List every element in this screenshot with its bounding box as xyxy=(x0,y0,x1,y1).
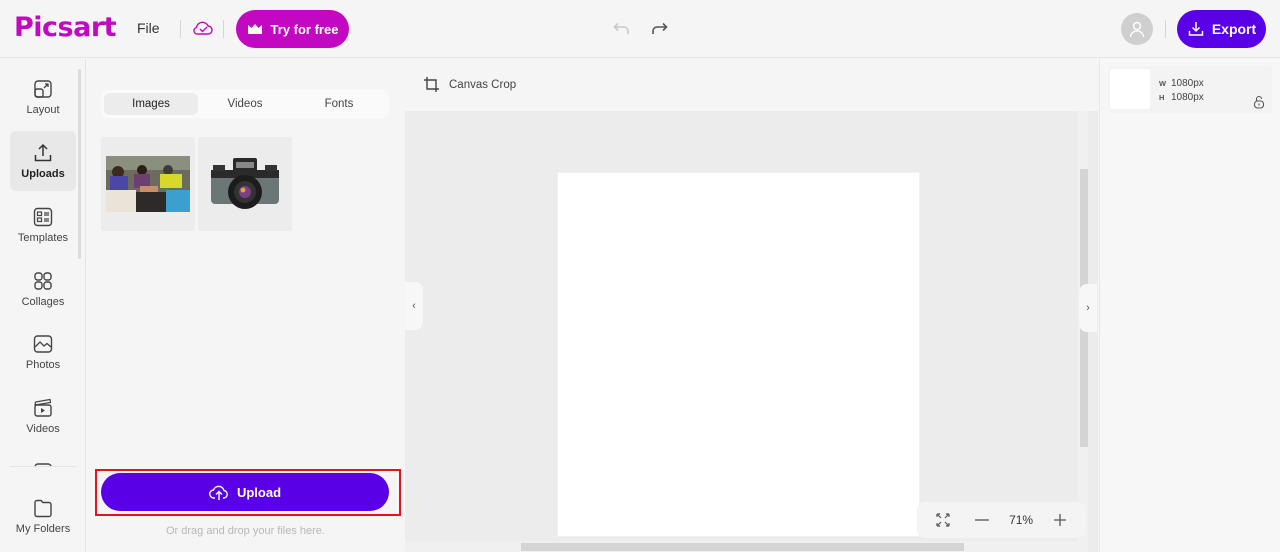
chevron-left-icon: ‹ xyxy=(412,300,416,312)
nav-label: Templates xyxy=(17,232,69,244)
divider xyxy=(180,20,181,38)
camera-image xyxy=(211,158,279,209)
nav-item-collages[interactable]: Collages xyxy=(10,259,76,319)
upload-label: Upload xyxy=(236,484,282,500)
nav-label: Collages xyxy=(21,296,65,308)
nav-item-layout[interactable]: Layout xyxy=(10,67,76,127)
height-value[interactable]: 1080px xyxy=(1171,92,1204,103)
uploads-panel: Images Videos Fonts Upload Or drag and d… xyxy=(87,59,404,552)
nav-item-my-folders[interactable]: My Folders xyxy=(10,485,76,547)
folder-icon xyxy=(34,499,52,518)
canvas-size-preview xyxy=(1110,69,1150,109)
nav-item-videos[interactable]: Videos xyxy=(10,386,76,446)
width-row: W 1080px xyxy=(1159,78,1204,89)
horizontal-scrollbar-thumb[interactable] xyxy=(521,543,964,551)
canvas-toolbar: Canvas Crop xyxy=(405,59,1098,111)
zoom-in-button[interactable] xyxy=(1048,508,1072,532)
canvas-page[interactable] xyxy=(557,172,920,537)
width-key: W xyxy=(1159,79,1167,88)
crown-icon xyxy=(247,24,262,34)
canvas-crop-label: Canvas Crop xyxy=(449,79,517,91)
try-for-free-label: Try for free xyxy=(270,21,339,37)
file-menu[interactable]: File xyxy=(137,20,160,36)
fit-screen-icon xyxy=(936,513,950,527)
undo-icon[interactable] xyxy=(611,18,633,40)
layout-icon xyxy=(34,80,52,98)
width-value[interactable]: 1080px xyxy=(1171,78,1204,89)
tab-images[interactable]: Images xyxy=(104,93,198,115)
top-bar: Picsart File Try for free Export xyxy=(0,0,1280,58)
nav-item-templates[interactable]: Templates xyxy=(10,195,76,255)
nav-scrollbar[interactable] xyxy=(78,69,81,259)
fit-to-screen-button[interactable] xyxy=(931,508,955,532)
collages-icon xyxy=(34,272,52,290)
nav-label: Photos xyxy=(25,359,61,371)
nav-label: Videos xyxy=(26,423,60,435)
nav-label: Layout xyxy=(26,104,60,116)
group-photo-image xyxy=(106,156,190,212)
try-for-free-button[interactable]: Try for free xyxy=(236,10,349,48)
drop-hint-text: Or drag and drop your files here. xyxy=(166,525,325,537)
cloud-check-icon[interactable] xyxy=(192,18,214,38)
canvas-workspace xyxy=(405,111,1098,552)
height-row: H 1080px xyxy=(1159,92,1204,103)
nav-label: My Folders xyxy=(15,523,71,535)
nav-item-text[interactable]: Text xyxy=(10,450,76,466)
user-avatar[interactable] xyxy=(1121,13,1153,45)
photos-icon xyxy=(33,335,53,353)
collapse-left-panel-button[interactable]: ‹ xyxy=(405,282,423,330)
picsart-logo[interactable]: Picsart xyxy=(14,12,117,43)
nav-label: Uploads xyxy=(21,168,65,180)
zoom-controls: 71% xyxy=(917,502,1086,538)
divider xyxy=(223,20,224,38)
zoom-level[interactable]: 71% xyxy=(1009,513,1033,527)
zoom-out-button[interactable] xyxy=(970,508,994,532)
minus-icon xyxy=(974,519,989,521)
media-tabs: Images Videos Fonts xyxy=(101,90,389,118)
left-navigation: Layout Uploads Templates Collages Photos… xyxy=(0,59,86,552)
divider xyxy=(10,466,76,467)
redo-icon[interactable] xyxy=(648,18,670,40)
canvas-size-card[interactable]: W 1080px H 1080px xyxy=(1108,66,1272,113)
download-icon xyxy=(1188,22,1204,36)
upload-icon xyxy=(34,143,52,162)
export-button[interactable]: Export xyxy=(1177,10,1266,48)
cloud-upload-icon xyxy=(209,485,228,500)
divider xyxy=(1165,20,1166,38)
templates-icon xyxy=(33,207,53,227)
user-icon xyxy=(1129,21,1145,38)
nav-item-photos[interactable]: Photos xyxy=(10,322,76,382)
properties-panel: W 1080px H 1080px xyxy=(1099,59,1280,552)
videos-icon xyxy=(34,398,52,417)
nav-item-uploads[interactable]: Uploads xyxy=(10,131,76,191)
tab-fonts[interactable]: Fonts xyxy=(292,93,386,115)
plus-icon xyxy=(1054,514,1067,526)
export-label: Export xyxy=(1211,21,1257,37)
upload-button[interactable]: Upload xyxy=(101,473,389,511)
crop-icon xyxy=(424,77,439,92)
chevron-right-icon: › xyxy=(1086,302,1090,314)
uploaded-image-thumbnail[interactable] xyxy=(101,137,195,231)
tab-videos[interactable]: Videos xyxy=(198,93,292,115)
unlock-icon[interactable] xyxy=(1253,95,1265,109)
uploaded-image-thumbnail[interactable] xyxy=(198,137,292,231)
canvas-crop-button[interactable]: Canvas Crop xyxy=(423,76,516,94)
collapse-right-panel-button[interactable]: › xyxy=(1079,284,1097,332)
height-key: H xyxy=(1159,93,1165,102)
